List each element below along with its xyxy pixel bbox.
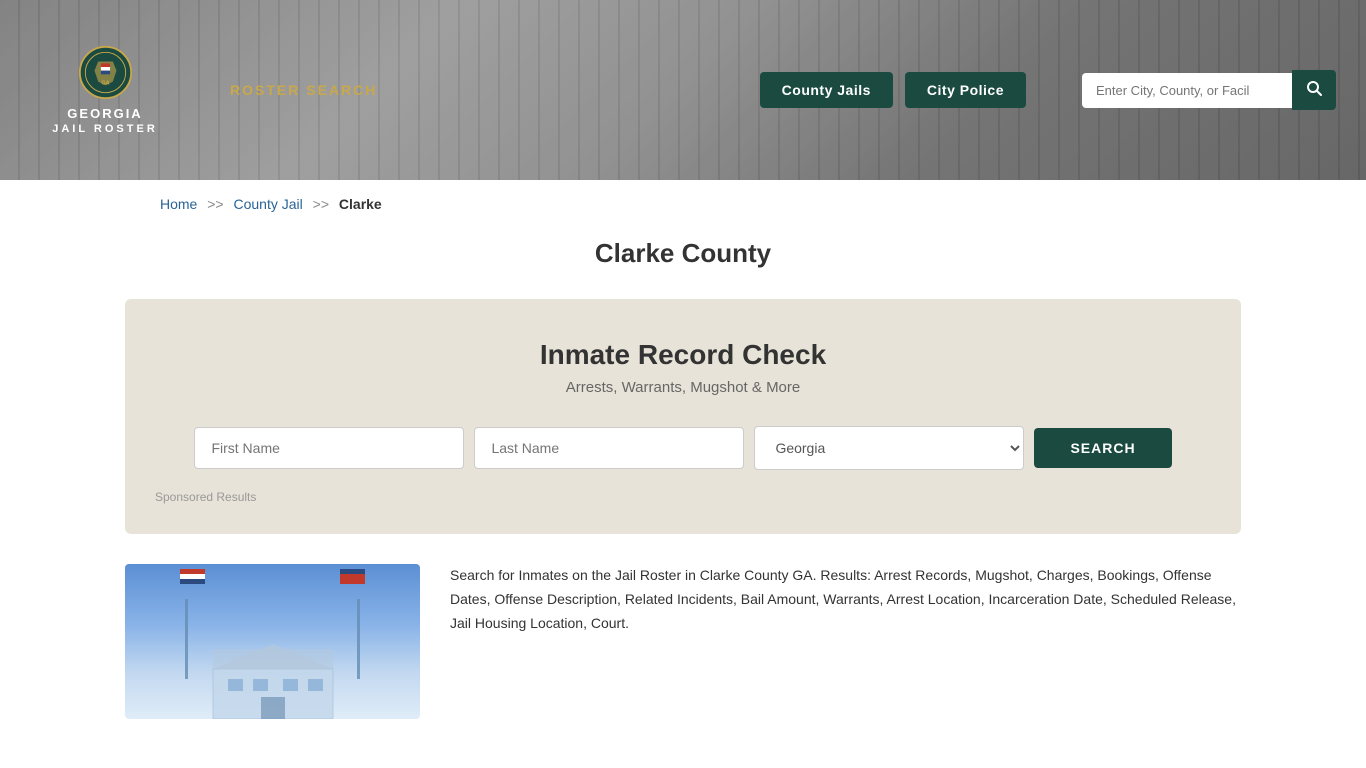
breadcrumb-sep-2: >> <box>313 196 329 212</box>
page-title: Clarke County <box>0 238 1366 269</box>
header-search-bar <box>1082 70 1336 110</box>
header: GA GEORGIA JAIL ROSTER ROSTER SEARCH Cou… <box>0 0 1366 180</box>
first-name-input[interactable] <box>194 427 464 469</box>
logo-subtitle: JAIL ROSTER <box>52 123 158 135</box>
breadcrumb-sep-1: >> <box>207 196 223 212</box>
logo-area[interactable]: GA GEORGIA JAIL ROSTER <box>30 45 180 135</box>
record-search-button[interactable]: SEARCH <box>1034 428 1171 468</box>
flag-pole-decoration <box>357 599 360 679</box>
breadcrumb: Home >> County Jail >> Clarke <box>0 180 1366 228</box>
courthouse-image <box>125 564 420 719</box>
breadcrumb-current: Clarke <box>339 196 382 212</box>
flag-decoration-icon <box>180 569 205 584</box>
header-search-input[interactable] <box>1082 73 1292 108</box>
last-name-input[interactable] <box>474 427 744 469</box>
header-content: GA GEORGIA JAIL ROSTER ROSTER SEARCH Cou… <box>0 0 1366 180</box>
bottom-description: Search for Inmates on the Jail Roster in… <box>450 564 1241 635</box>
georgia-flag-decoration-icon <box>340 569 365 584</box>
breadcrumb-county-jail[interactable]: County Jail <box>234 196 303 212</box>
county-jails-button[interactable]: County Jails <box>760 72 893 108</box>
breadcrumb-home[interactable]: Home <box>160 196 197 212</box>
inmate-record-check-box: Inmate Record Check Arrests, Warrants, M… <box>125 299 1241 534</box>
bottom-section: Search for Inmates on the Jail Roster in… <box>0 564 1366 719</box>
building-decoration <box>193 639 353 719</box>
record-check-subtitle: Arrests, Warrants, Mugshot & More <box>155 379 1211 396</box>
georgia-seal-icon: GA <box>78 45 133 100</box>
city-police-button[interactable]: City Police <box>905 72 1026 108</box>
logo-title: GEORGIA <box>67 106 142 123</box>
header-search-button[interactable] <box>1292 70 1336 110</box>
svg-text:GA: GA <box>101 80 109 86</box>
state-select[interactable]: AlabamaAlaskaArizonaArkansasCaliforniaCo… <box>754 426 1024 470</box>
record-check-title: Inmate Record Check <box>155 339 1211 371</box>
search-icon <box>1306 80 1322 96</box>
roster-search-label: ROSTER SEARCH <box>230 82 377 98</box>
record-check-form: AlabamaAlaskaArizonaArkansasCaliforniaCo… <box>155 426 1211 470</box>
sponsored-results-label: Sponsored Results <box>155 490 1211 504</box>
nav-buttons: County Jails City Police <box>760 72 1026 108</box>
